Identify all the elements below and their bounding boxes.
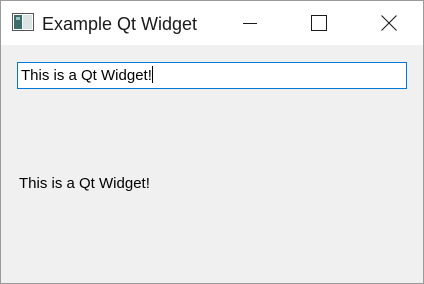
app-window: Example Qt Widget This is a Qt Widget! T… xyxy=(0,0,424,284)
minimize-button[interactable] xyxy=(227,1,273,45)
minimize-icon xyxy=(243,23,257,24)
close-icon xyxy=(381,15,397,31)
title-bar[interactable]: Example Qt Widget xyxy=(1,1,423,45)
maximize-icon xyxy=(311,15,327,31)
text-line-edit[interactable]: This is a Qt Widget! xyxy=(17,62,407,89)
window-title: Example Qt Widget xyxy=(42,14,198,34)
text-cursor xyxy=(151,66,153,83)
maximize-button[interactable] xyxy=(296,1,342,45)
widget-label: This is a Qt Widget! xyxy=(19,175,150,192)
line-edit-value: This is a Qt Widget! xyxy=(21,67,152,84)
qt-window-icon[interactable] xyxy=(12,13,34,31)
central-widget: This is a Qt Widget! This is a Qt Widget… xyxy=(1,45,423,283)
close-button[interactable] xyxy=(366,1,412,45)
